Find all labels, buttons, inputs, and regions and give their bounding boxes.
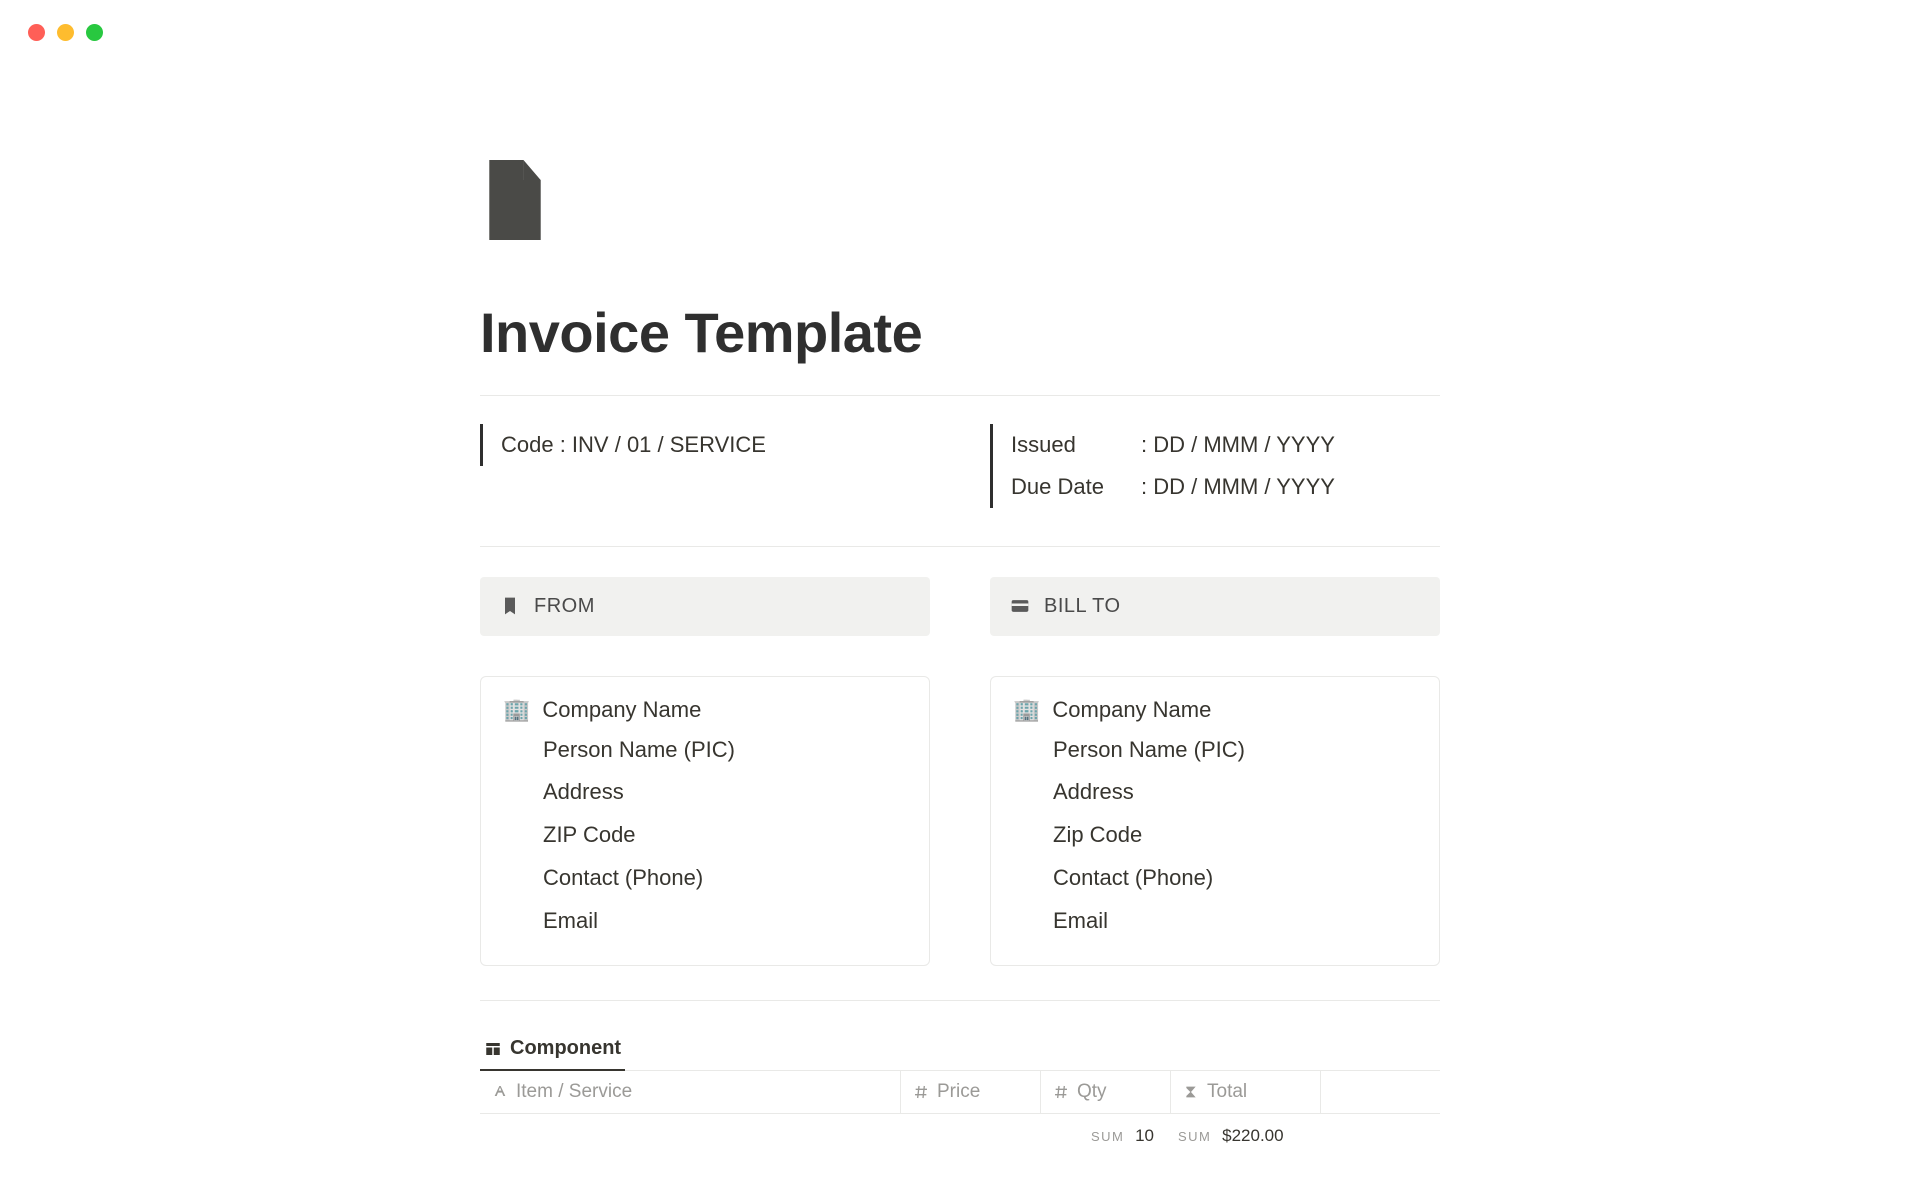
billto-address: Address	[1013, 771, 1417, 814]
billto-company: Company Name	[1052, 697, 1211, 723]
from-column: FROM 🏢 Company Name Person Name (PIC) Ad…	[480, 577, 930, 966]
table-header-row: Item / Service Price Qty Total	[480, 1071, 1440, 1114]
from-person: Person Name (PIC)	[503, 729, 907, 772]
column-header-item-label: Item / Service	[516, 1081, 632, 1103]
from-zip: ZIP Code	[503, 814, 907, 857]
from-card[interactable]: 🏢 Company Name Person Name (PIC) Address…	[480, 676, 930, 966]
office-building-icon: 🏢	[1013, 697, 1040, 723]
invoice-code: Code : INV / 01 / SERVICE	[501, 424, 766, 466]
database-tab-component[interactable]: Component	[480, 1029, 625, 1070]
window-controls	[28, 24, 103, 41]
divider	[480, 395, 1440, 396]
database-tab-label: Component	[510, 1037, 621, 1060]
sum-end-spacer	[1320, 1126, 1440, 1146]
column-header-total-label: Total	[1207, 1081, 1247, 1103]
office-building-icon: 🏢	[503, 697, 530, 723]
billto-card[interactable]: 🏢 Company Name Person Name (PIC) Address…	[990, 676, 1440, 966]
document-icon	[480, 160, 550, 240]
divider	[480, 1000, 1440, 1001]
number-property-icon	[913, 1084, 929, 1100]
app-window: Invoice Template Code : INV / 01 / SERVI…	[0, 0, 1920, 1200]
minimize-window-button[interactable]	[57, 24, 74, 41]
parties-row: FROM 🏢 Company Name Person Name (PIC) Ad…	[480, 577, 1440, 966]
meta-dates-col: Issued : DD / MMM / YYYY Due Date : DD /…	[990, 424, 1440, 508]
column-header-price-label: Price	[937, 1081, 980, 1103]
from-heading: FROM	[534, 595, 595, 618]
from-contact: Contact (Phone)	[503, 857, 907, 900]
divider	[480, 546, 1440, 547]
close-window-button[interactable]	[28, 24, 45, 41]
sum-label: SUM	[1178, 1129, 1211, 1144]
maximize-window-button[interactable]	[86, 24, 103, 41]
column-header-total[interactable]: Total	[1170, 1071, 1320, 1113]
formula-property-icon	[1183, 1084, 1199, 1100]
from-company: Company Name	[542, 697, 701, 723]
sum-qty-cell[interactable]: SUM 10	[1040, 1126, 1170, 1146]
document-page: Invoice Template Code : INV / 01 / SERVI…	[480, 0, 1440, 1146]
billto-zip: Zip Code	[1013, 814, 1417, 857]
bookmark-icon	[500, 596, 520, 616]
quote-block-code[interactable]: Code : INV / 01 / SERVICE	[480, 424, 930, 466]
line-items-database: Component Item / Service Price Qty	[480, 1029, 1440, 1146]
billto-column: BILL TO 🏢 Company Name Person Name (PIC)…	[990, 577, 1440, 966]
credit-card-icon	[1010, 596, 1030, 616]
issued-label: Issued	[1011, 424, 1141, 466]
from-address: Address	[503, 771, 907, 814]
sum-total-value: $220.00	[1222, 1126, 1283, 1145]
invoice-meta: Code : INV / 01 / SERVICE Issued : DD / …	[480, 424, 1440, 508]
from-email: Email	[503, 900, 907, 943]
column-header-qty[interactable]: Qty	[1040, 1071, 1170, 1113]
meta-code-col: Code : INV / 01 / SERVICE	[480, 424, 930, 508]
database-tabs: Component	[480, 1029, 1440, 1071]
page-title[interactable]: Invoice Template	[480, 300, 1440, 365]
table-sum-row: SUM 10 SUM $220.00	[480, 1114, 1440, 1146]
column-header-qty-label: Qty	[1077, 1081, 1107, 1103]
sum-qty-value: 10	[1135, 1126, 1154, 1145]
billto-heading: BILL TO	[1044, 595, 1121, 618]
page-icon[interactable]	[480, 160, 550, 240]
from-heading-callout[interactable]: FROM	[480, 577, 930, 636]
issued-value: : DD / MMM / YYYY	[1141, 424, 1335, 466]
sum-total-cell[interactable]: SUM $220.00	[1170, 1126, 1320, 1146]
column-header-item[interactable]: Item / Service	[480, 1071, 900, 1113]
due-date-value: : DD / MMM / YYYY	[1141, 466, 1335, 508]
billto-email: Email	[1013, 900, 1417, 943]
billto-heading-callout[interactable]: BILL TO	[990, 577, 1440, 636]
column-header-price[interactable]: Price	[900, 1071, 1040, 1113]
table-icon	[484, 1040, 502, 1058]
sum-label: SUM	[1091, 1129, 1124, 1144]
sum-spacer	[480, 1126, 1040, 1146]
due-date-label: Due Date	[1011, 466, 1141, 508]
quote-block-dates[interactable]: Issued : DD / MMM / YYYY Due Date : DD /…	[990, 424, 1440, 508]
number-property-icon	[1053, 1084, 1069, 1100]
billto-person: Person Name (PIC)	[1013, 729, 1417, 772]
billto-contact: Contact (Phone)	[1013, 857, 1417, 900]
column-header-empty	[1320, 1071, 1440, 1113]
title-property-icon	[492, 1084, 508, 1100]
